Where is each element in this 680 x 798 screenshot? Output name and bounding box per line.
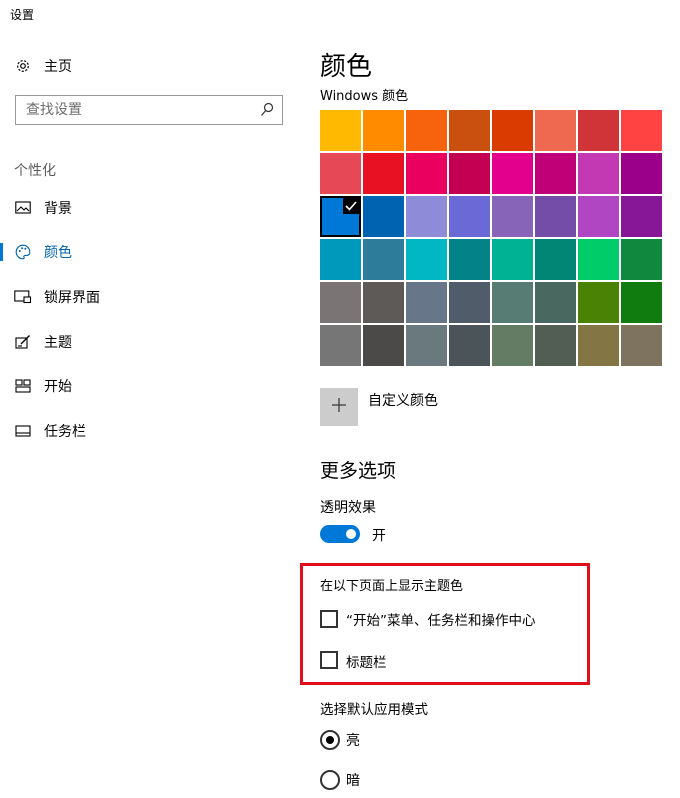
color-swatch[interactable]	[492, 282, 533, 323]
sidebar-item-start[interactable]: 开始	[0, 371, 290, 401]
color-swatch[interactable]	[578, 153, 619, 194]
color-swatch[interactable]	[535, 110, 576, 151]
sidebar-item-label: 锁屏界面	[44, 290, 100, 306]
color-swatch[interactable]	[535, 196, 576, 237]
color-swatch[interactable]	[363, 239, 404, 280]
more-options-heading: 更多选项	[320, 460, 397, 482]
sidebar-item-taskbar[interactable]: 任务栏	[0, 416, 290, 446]
transparency-state: 开	[372, 528, 386, 544]
color-swatch[interactable]	[363, 196, 404, 237]
accent-start-checkbox[interactable]	[320, 610, 338, 628]
color-swatch[interactable]	[578, 282, 619, 323]
color-swatch[interactable]	[320, 325, 361, 366]
color-swatch[interactable]	[320, 282, 361, 323]
picture-icon	[14, 199, 32, 217]
custom-color-label[interactable]: 自定义颜色	[368, 390, 438, 410]
mode-dark-radio[interactable]	[320, 770, 340, 790]
color-swatch[interactable]	[578, 239, 619, 280]
color-swatch[interactable]	[363, 153, 404, 194]
color-swatch[interactable]	[363, 325, 404, 366]
transparency-toggle[interactable]	[320, 525, 360, 543]
color-swatch[interactable]	[363, 282, 404, 323]
accent-titlebar-checkbox[interactable]	[320, 651, 338, 669]
color-swatch[interactable]	[621, 110, 662, 151]
color-swatch[interactable]	[578, 325, 619, 366]
color-swatch[interactable]	[492, 196, 533, 237]
color-swatch[interactable]	[363, 110, 404, 151]
color-swatch[interactable]	[621, 153, 662, 194]
theme-icon	[14, 333, 32, 351]
lock-screen-icon	[14, 288, 32, 306]
start-icon	[14, 377, 32, 395]
color-swatch[interactable]	[449, 153, 490, 194]
color-swatch[interactable]	[492, 325, 533, 366]
color-swatch[interactable]	[406, 196, 447, 237]
color-swatch[interactable]	[406, 239, 447, 280]
sidebar-item-lock-screen[interactable]: 锁屏界面	[0, 282, 290, 312]
checkmark-icon	[345, 201, 357, 211]
color-swatch[interactable]	[492, 153, 533, 194]
search-input[interactable]	[16, 96, 256, 124]
page-title: 颜色	[320, 52, 373, 82]
plus-icon	[330, 396, 348, 418]
color-swatch[interactable]	[535, 239, 576, 280]
windows-colors-label: Windows 颜色	[320, 89, 409, 104]
color-swatch[interactable]	[406, 110, 447, 151]
color-swatch[interactable]	[449, 110, 490, 151]
color-swatch[interactable]	[535, 325, 576, 366]
window-title: 设置	[10, 8, 35, 22]
color-swatch[interactable]	[406, 282, 447, 323]
mode-light-label[interactable]: 亮	[346, 730, 360, 750]
color-swatch[interactable]	[492, 110, 533, 151]
custom-color-button[interactable]	[320, 388, 358, 426]
nav-home-label: 主页	[44, 59, 72, 75]
mode-dark-label[interactable]: 暗	[346, 770, 360, 790]
sidebar-item-label: 任务栏	[44, 424, 86, 440]
color-swatch[interactable]	[621, 325, 662, 366]
color-swatch[interactable]	[535, 153, 576, 194]
transparency-label: 透明效果	[320, 500, 376, 516]
sidebar-item-label: 颜色	[44, 245, 72, 261]
accent-titlebar-label[interactable]: 标题栏	[346, 651, 387, 671]
color-swatch[interactable]	[621, 239, 662, 280]
sidebar-item-label: 开始	[44, 379, 72, 395]
sidebar-item-label: 背景	[44, 201, 72, 217]
color-swatch[interactable]	[320, 239, 361, 280]
color-swatch[interactable]	[406, 325, 447, 366]
section-label-personalization: 个性化	[14, 163, 56, 179]
color-swatch[interactable]	[320, 153, 361, 194]
accent-start-label[interactable]: “开始”菜单、任务栏和操作中心	[346, 609, 536, 629]
color-swatch[interactable]	[449, 325, 490, 366]
palette-icon	[14, 243, 32, 261]
sidebar-item-themes[interactable]: 主题	[0, 327, 290, 357]
mode-light-radio[interactable]	[320, 730, 340, 750]
color-swatch[interactable]	[621, 282, 662, 323]
color-swatch[interactable]	[621, 196, 662, 237]
color-swatch[interactable]	[492, 239, 533, 280]
gear-icon	[14, 57, 32, 75]
toggle-knob	[346, 529, 356, 539]
taskbar-icon	[14, 422, 32, 440]
sidebar-item-colors[interactable]: 颜色	[0, 237, 290, 267]
color-swatch[interactable]	[449, 282, 490, 323]
color-swatch[interactable]	[449, 196, 490, 237]
nav-home[interactable]: 主页	[0, 51, 290, 81]
color-swatch[interactable]	[320, 110, 361, 151]
accent-surfaces-label: 在以下页面上显示主题色	[320, 579, 464, 594]
sidebar-item-label: 主题	[44, 335, 72, 351]
color-swatch[interactable]	[578, 110, 619, 151]
color-swatch[interactable]	[578, 196, 619, 237]
color-swatch[interactable]	[406, 153, 447, 194]
search-box[interactable]	[15, 95, 283, 125]
color-swatch[interactable]	[449, 239, 490, 280]
color-swatch-selected[interactable]	[320, 196, 361, 237]
color-swatch[interactable]	[535, 282, 576, 323]
app-mode-label: 选择默认应用模式	[320, 702, 428, 718]
search-icon[interactable]	[260, 102, 274, 122]
sidebar-item-background[interactable]: 背景	[0, 193, 290, 223]
